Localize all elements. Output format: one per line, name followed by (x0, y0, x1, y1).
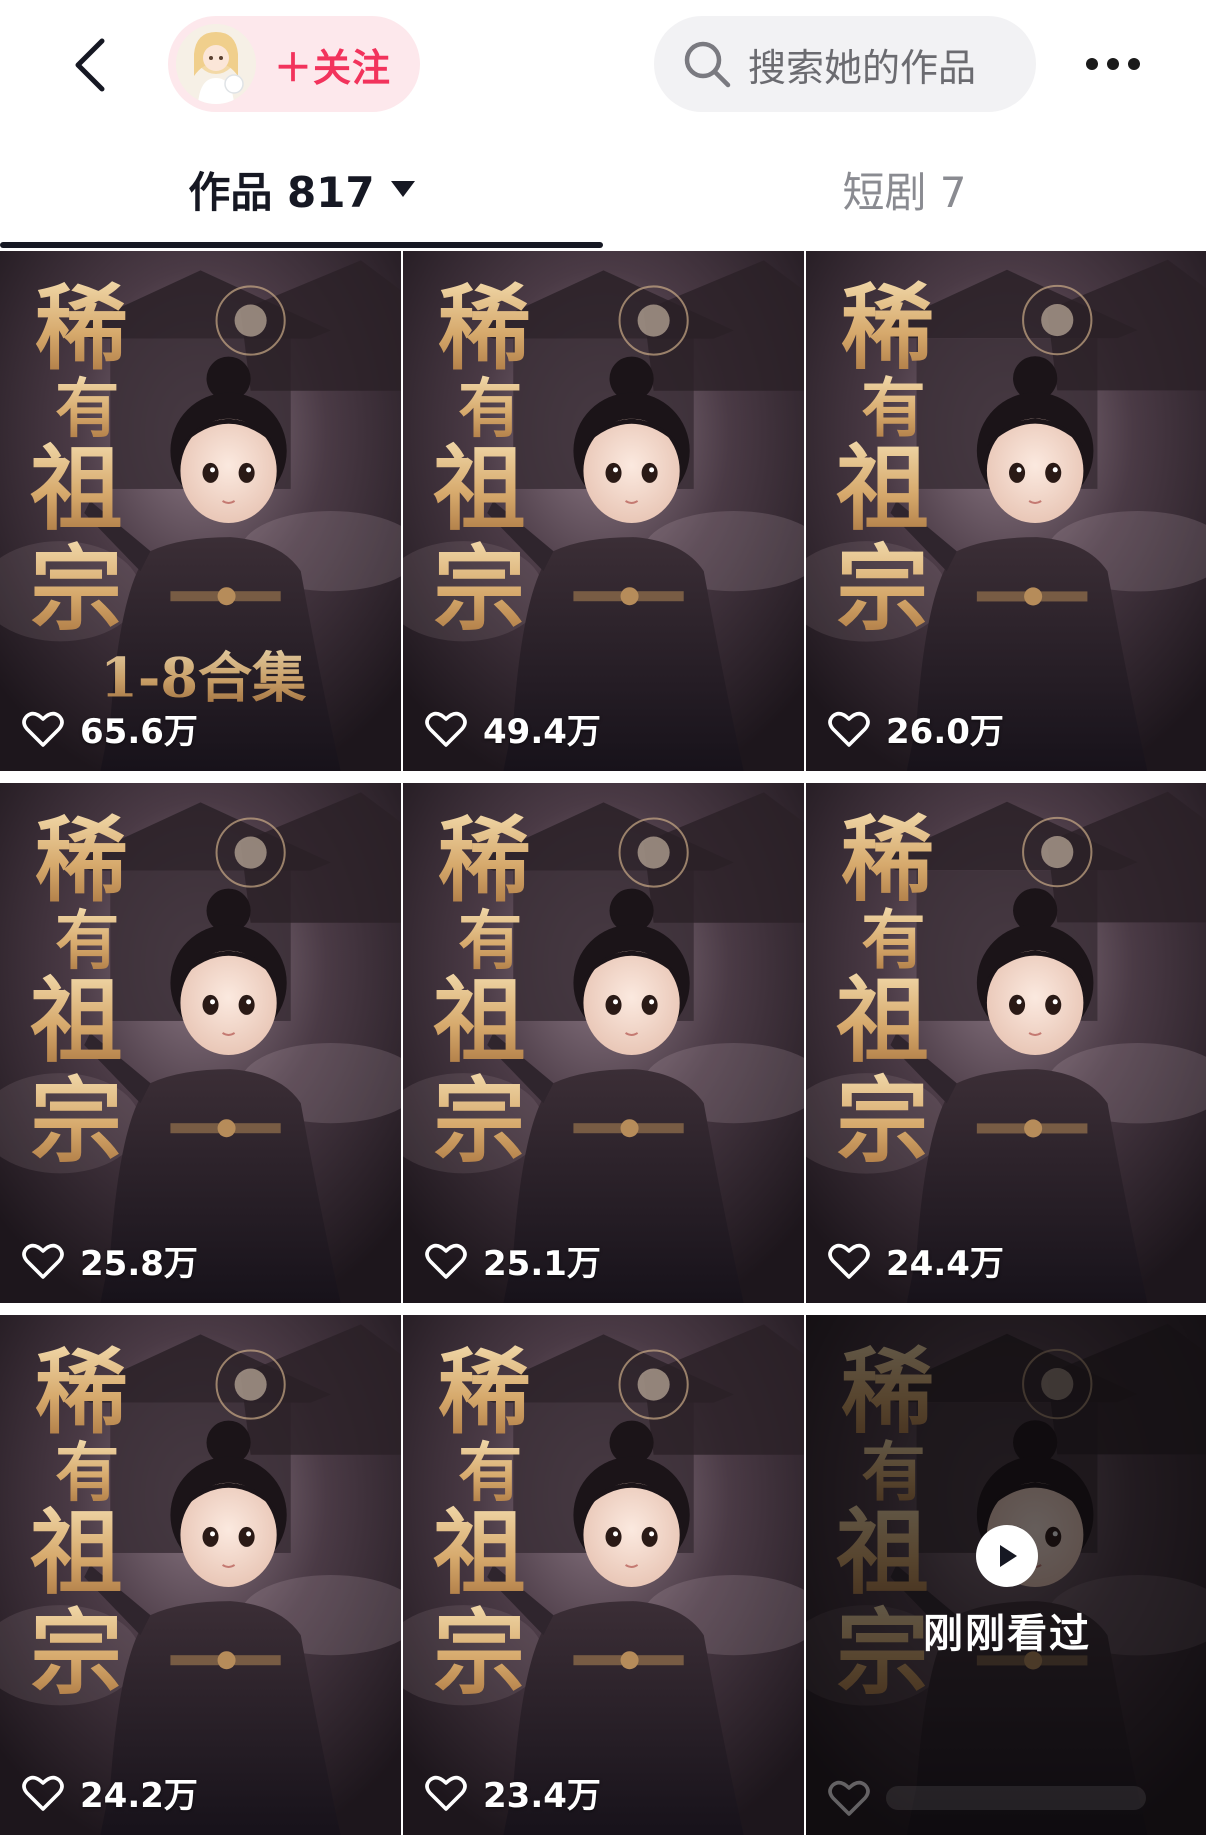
recently-watched-label: 刚刚看过 (923, 1611, 1091, 1657)
like-count-value: 49.4万 (483, 712, 601, 752)
svg-text:祖: 祖 (30, 1498, 122, 1607)
video-cover: 稀 有 祖 宗 (403, 1315, 804, 1835)
svg-text:祖: 祖 (836, 434, 928, 543)
svg-text:祖: 祖 (433, 1498, 525, 1607)
heart-outline-icon[interactable] (828, 710, 870, 748)
tab-active-indicator (0, 242, 603, 248)
video-tile[interactable]: 稀 有 祖 宗 1-8合集 65.6万 (0, 251, 401, 771)
like-count-obscured (886, 1786, 1146, 1810)
video-tile[interactable]: 稀 有 祖 宗 刚刚看过 (806, 1315, 1206, 1835)
like-count: 24.4万 (828, 1236, 1004, 1285)
svg-text:祖: 祖 (433, 434, 525, 543)
like-count-value: 25.1万 (483, 1244, 601, 1284)
svg-text:稀: 稀 (35, 1338, 127, 1447)
like-count: 23.4万 (425, 1768, 601, 1817)
ellipsis-icon (1086, 58, 1098, 70)
like-count: 65.6万 (22, 704, 198, 753)
video-tile[interactable]: 稀 有 祖 宗 26.0万 (806, 251, 1206, 771)
search-input[interactable]: 搜索她的作品 (654, 16, 1036, 112)
video-cover: 稀 有 祖 宗 (806, 783, 1206, 1303)
svg-text:稀: 稀 (438, 1338, 530, 1447)
like-count: 24.2万 (22, 1768, 198, 1817)
tab-short-drama-label: 短剧 7 (842, 167, 967, 217)
like-count: 25.1万 (425, 1236, 601, 1285)
video-tile[interactable]: 稀 有 祖 宗 49.4万 (403, 251, 804, 771)
svg-text:宗: 宗 (433, 534, 525, 643)
video-tile[interactable]: 稀 有 祖 宗 24.4万 (806, 783, 1206, 1303)
top-bar: ＋关注 搜索她的作品 (0, 0, 1206, 130)
tab-bar: 作品 817 短剧 7 (0, 130, 1206, 248)
svg-text:宗: 宗 (836, 535, 928, 644)
svg-text:宗: 宗 (433, 1598, 525, 1707)
svg-text:1-8合集: 1-8合集 (100, 645, 307, 709)
svg-text:宗: 宗 (30, 534, 122, 643)
video-cover: 稀 有 祖 宗 (403, 783, 804, 1303)
heart-outline-icon[interactable] (22, 710, 64, 748)
svg-text:稀: 稀 (35, 806, 127, 915)
video-cover: 稀 有 祖 宗 (0, 1315, 401, 1835)
heart-outline-icon[interactable] (828, 1779, 870, 1817)
tab-works[interactable]: 作品 817 (0, 130, 603, 248)
search-placeholder: 搜索她的作品 (748, 45, 977, 90)
caret-down-icon[interactable] (390, 181, 415, 197)
like-count-value: 65.6万 (80, 712, 198, 752)
video-tile[interactable]: 稀 有 祖 宗 25.1万 (403, 783, 804, 1303)
video-tile[interactable]: 稀 有 祖 宗 24.2万 (0, 1315, 401, 1835)
svg-text:祖: 祖 (836, 966, 928, 1075)
chevron-left-icon (75, 38, 105, 92)
avatar[interactable] (176, 24, 256, 104)
video-tile[interactable]: 稀 有 祖 宗 23.4万 (403, 1315, 804, 1835)
like-count-value: 25.8万 (80, 1244, 198, 1284)
like-count: 26.0万 (828, 704, 1004, 753)
svg-text:祖: 祖 (30, 434, 122, 543)
svg-text:宗: 宗 (30, 1066, 122, 1175)
heart-outline-icon[interactable] (22, 1242, 64, 1280)
play-icon[interactable] (976, 1525, 1038, 1587)
follow-label: ＋关注 (274, 45, 392, 90)
like-count-value: 24.4万 (886, 1244, 1004, 1284)
like-count: 25.8万 (22, 1236, 198, 1285)
like-count-value: 26.0万 (886, 712, 1004, 752)
like-count-value: 24.2万 (80, 1776, 198, 1816)
tab-works-label: 作品 817 (188, 167, 375, 217)
svg-text:祖: 祖 (30, 966, 122, 1075)
svg-text:宗: 宗 (30, 1598, 122, 1707)
video-cover: 稀 有 祖 宗 (0, 783, 401, 1303)
svg-text:祖: 祖 (433, 966, 525, 1075)
video-cover: 稀 有 祖 宗 1-8合集 (0, 251, 401, 771)
svg-text:稀: 稀 (841, 805, 933, 914)
heart-outline-icon[interactable] (425, 1774, 467, 1812)
recently-watched-indicator: 刚刚看过 (806, 1525, 1206, 1659)
heart-outline-icon[interactable] (828, 1242, 870, 1280)
more-button[interactable] (1078, 34, 1148, 94)
video-cover: 稀 有 祖 宗 (403, 251, 804, 771)
like-count: 49.4万 (425, 704, 601, 753)
svg-text:宗: 宗 (433, 1066, 525, 1175)
search-icon (684, 41, 731, 88)
back-button[interactable] (52, 22, 128, 108)
avatar-image (176, 24, 256, 104)
follow-button[interactable]: ＋关注 (168, 16, 420, 112)
svg-text:稀: 稀 (35, 274, 127, 383)
like-count-value: 23.4万 (483, 1776, 601, 1816)
video-grid: 稀 有 祖 宗 1-8合集 65.6万 稀 有 祖 宗 49.4万 稀 有 祖 … (0, 251, 1206, 1835)
heart-outline-icon[interactable] (425, 1242, 467, 1280)
svg-text:稀: 稀 (841, 273, 933, 382)
heart-outline-icon[interactable] (425, 710, 467, 748)
heart-outline-icon[interactable] (22, 1774, 64, 1812)
like-count (828, 1779, 1146, 1817)
tab-short-drama[interactable]: 短剧 7 (603, 130, 1206, 248)
video-cover: 稀 有 祖 宗 (806, 251, 1206, 771)
svg-text:宗: 宗 (836, 1067, 928, 1176)
svg-text:稀: 稀 (438, 806, 530, 915)
video-tile[interactable]: 稀 有 祖 宗 25.8万 (0, 783, 401, 1303)
svg-text:稀: 稀 (438, 274, 530, 383)
